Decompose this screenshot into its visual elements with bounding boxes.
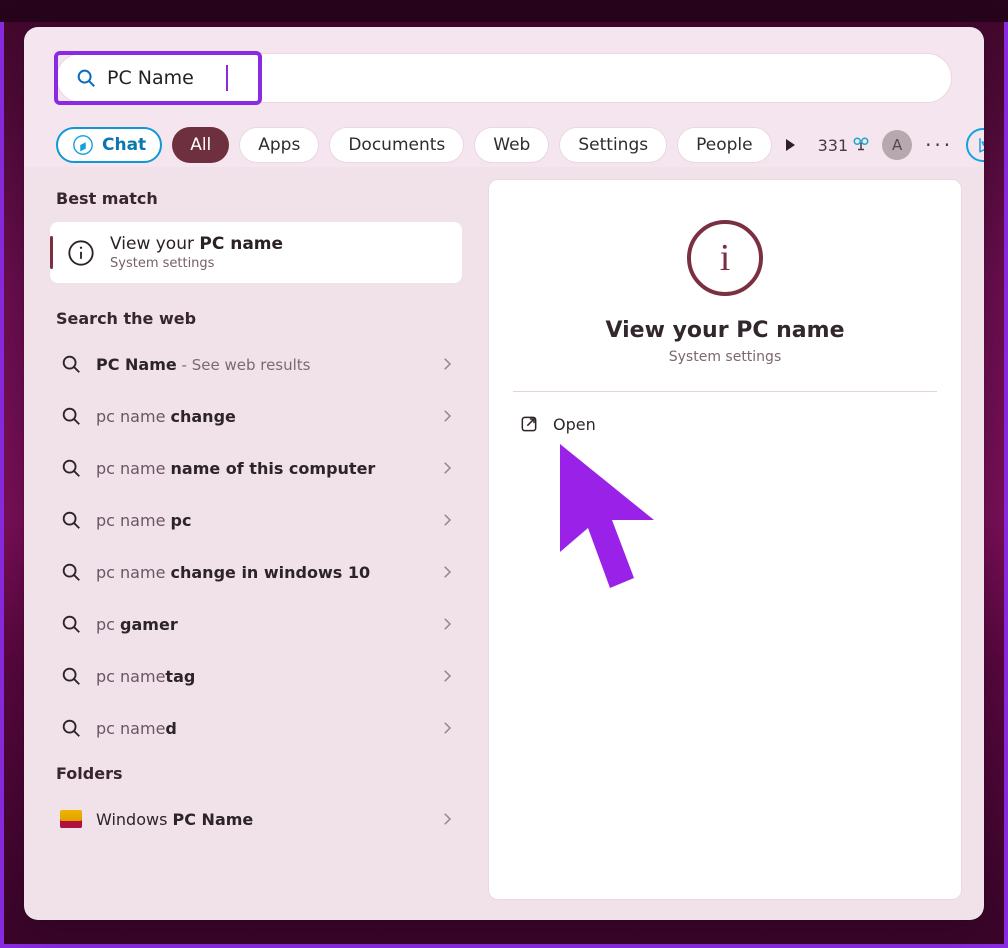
chevron-right-icon: [438, 563, 456, 581]
people-chip[interactable]: People: [677, 127, 771, 163]
chevron-right-icon: [438, 615, 456, 633]
filter-chips: Chat All Apps Documents Web Settings Peo…: [56, 123, 952, 167]
bing-chat-icon: [72, 134, 94, 156]
search-icon: [60, 509, 82, 531]
best-match-title: View your PC name: [110, 234, 283, 254]
search-icon: [60, 665, 82, 687]
search-icon: [60, 561, 82, 583]
rewards-count[interactable]: 331: [818, 136, 871, 155]
chat-chip[interactable]: Chat: [56, 127, 162, 163]
search-icon: [75, 67, 97, 89]
chevron-right-icon: [438, 459, 456, 477]
search-field-container[interactable]: [56, 53, 952, 103]
settings-chip-label: Settings: [578, 135, 648, 155]
search-web-heading: Search the web: [46, 299, 466, 338]
info-icon: [64, 236, 98, 270]
web-result-label: pc name name of this computer: [96, 459, 424, 478]
best-match-text: View your PC name System settings: [110, 234, 283, 271]
avatar-initial: A: [892, 136, 902, 154]
divider: [513, 391, 937, 392]
web-result-label: pc name pc: [96, 511, 424, 530]
all-chip[interactable]: All: [172, 127, 229, 163]
rewards-count-number: 331: [818, 136, 849, 155]
details-info-icon: i: [687, 220, 763, 296]
web-result-label: pc name change: [96, 407, 424, 426]
apps-chip[interactable]: Apps: [239, 127, 319, 163]
settings-chip[interactable]: Settings: [559, 127, 667, 163]
folder-icon: [60, 810, 82, 828]
more-filters-button[interactable]: [782, 127, 798, 163]
search-icon: [60, 353, 82, 375]
apps-chip-label: Apps: [258, 135, 300, 155]
more-button[interactable]: ···: [924, 133, 954, 157]
chevron-right-icon: [438, 719, 456, 737]
avatar[interactable]: A: [882, 130, 912, 160]
web-result-label: pc named: [96, 719, 424, 738]
web-result-label: PC Name - See web results: [96, 355, 424, 374]
search-pane: Chat All Apps Documents Web Settings Peo…: [24, 27, 984, 920]
web-result-row[interactable]: pc name name of this computer: [46, 442, 466, 494]
search-icon: [60, 457, 82, 479]
web-result-row[interactable]: pc named: [46, 702, 466, 754]
documents-chip[interactable]: Documents: [329, 127, 464, 163]
chat-chip-label: Chat: [102, 135, 146, 155]
web-result-row[interactable]: pc name pc: [46, 494, 466, 546]
web-chip-label: Web: [493, 135, 530, 155]
open-action-label: Open: [553, 415, 596, 434]
bing-icon: [974, 136, 984, 154]
details-subtitle: System settings: [669, 349, 782, 365]
web-result-row[interactable]: pc name change in windows 10: [46, 546, 466, 598]
chevron-right-icon: [438, 667, 456, 685]
best-match-row[interactable]: View your PC name System settings: [50, 222, 462, 283]
search-icon: [60, 613, 82, 635]
search-icon: [60, 717, 82, 739]
best-match-subtitle: System settings: [110, 256, 283, 271]
people-chip-label: People: [696, 135, 752, 155]
search-input[interactable]: [107, 67, 933, 89]
chevron-right-icon: [438, 511, 456, 529]
all-chip-label: All: [190, 135, 211, 155]
folders-heading: Folders: [46, 754, 466, 793]
folder-label: Windows PC Name: [96, 810, 424, 829]
details-panel: i View your PC name System settings Open: [488, 179, 962, 900]
play-icon: [782, 137, 798, 153]
chevron-right-icon: [438, 355, 456, 373]
folder-row[interactable]: Windows PC Name: [46, 793, 466, 845]
web-result-row[interactable]: pc gamer: [46, 598, 466, 650]
bing-button[interactable]: [966, 128, 984, 162]
documents-chip-label: Documents: [348, 135, 445, 155]
best-match-heading: Best match: [46, 179, 466, 218]
header-status: 331 A ···: [818, 128, 984, 162]
results-left: Best match View your PC name System sett…: [46, 179, 466, 900]
rewards-icon: [852, 136, 870, 154]
results-body: Best match View your PC name System sett…: [46, 179, 962, 900]
chevron-right-icon: [438, 407, 456, 425]
web-result-row[interactable]: pc nametag: [46, 650, 466, 702]
details-title: View your PC name: [606, 318, 845, 343]
web-results-list: PC Name - See web results pc name change p…: [46, 338, 466, 754]
open-external-icon: [519, 414, 539, 434]
search-bar: [56, 53, 952, 103]
web-result-row[interactable]: PC Name - See web results: [46, 338, 466, 390]
web-chip[interactable]: Web: [474, 127, 549, 163]
open-action[interactable]: Open: [513, 404, 937, 444]
web-result-label: pc nametag: [96, 667, 424, 686]
web-result-label: pc name change in windows 10: [96, 563, 424, 582]
web-result-row[interactable]: pc name change: [46, 390, 466, 442]
chevron-right-icon: [438, 810, 456, 828]
search-icon: [60, 405, 82, 427]
web-result-label: pc gamer: [96, 615, 424, 634]
